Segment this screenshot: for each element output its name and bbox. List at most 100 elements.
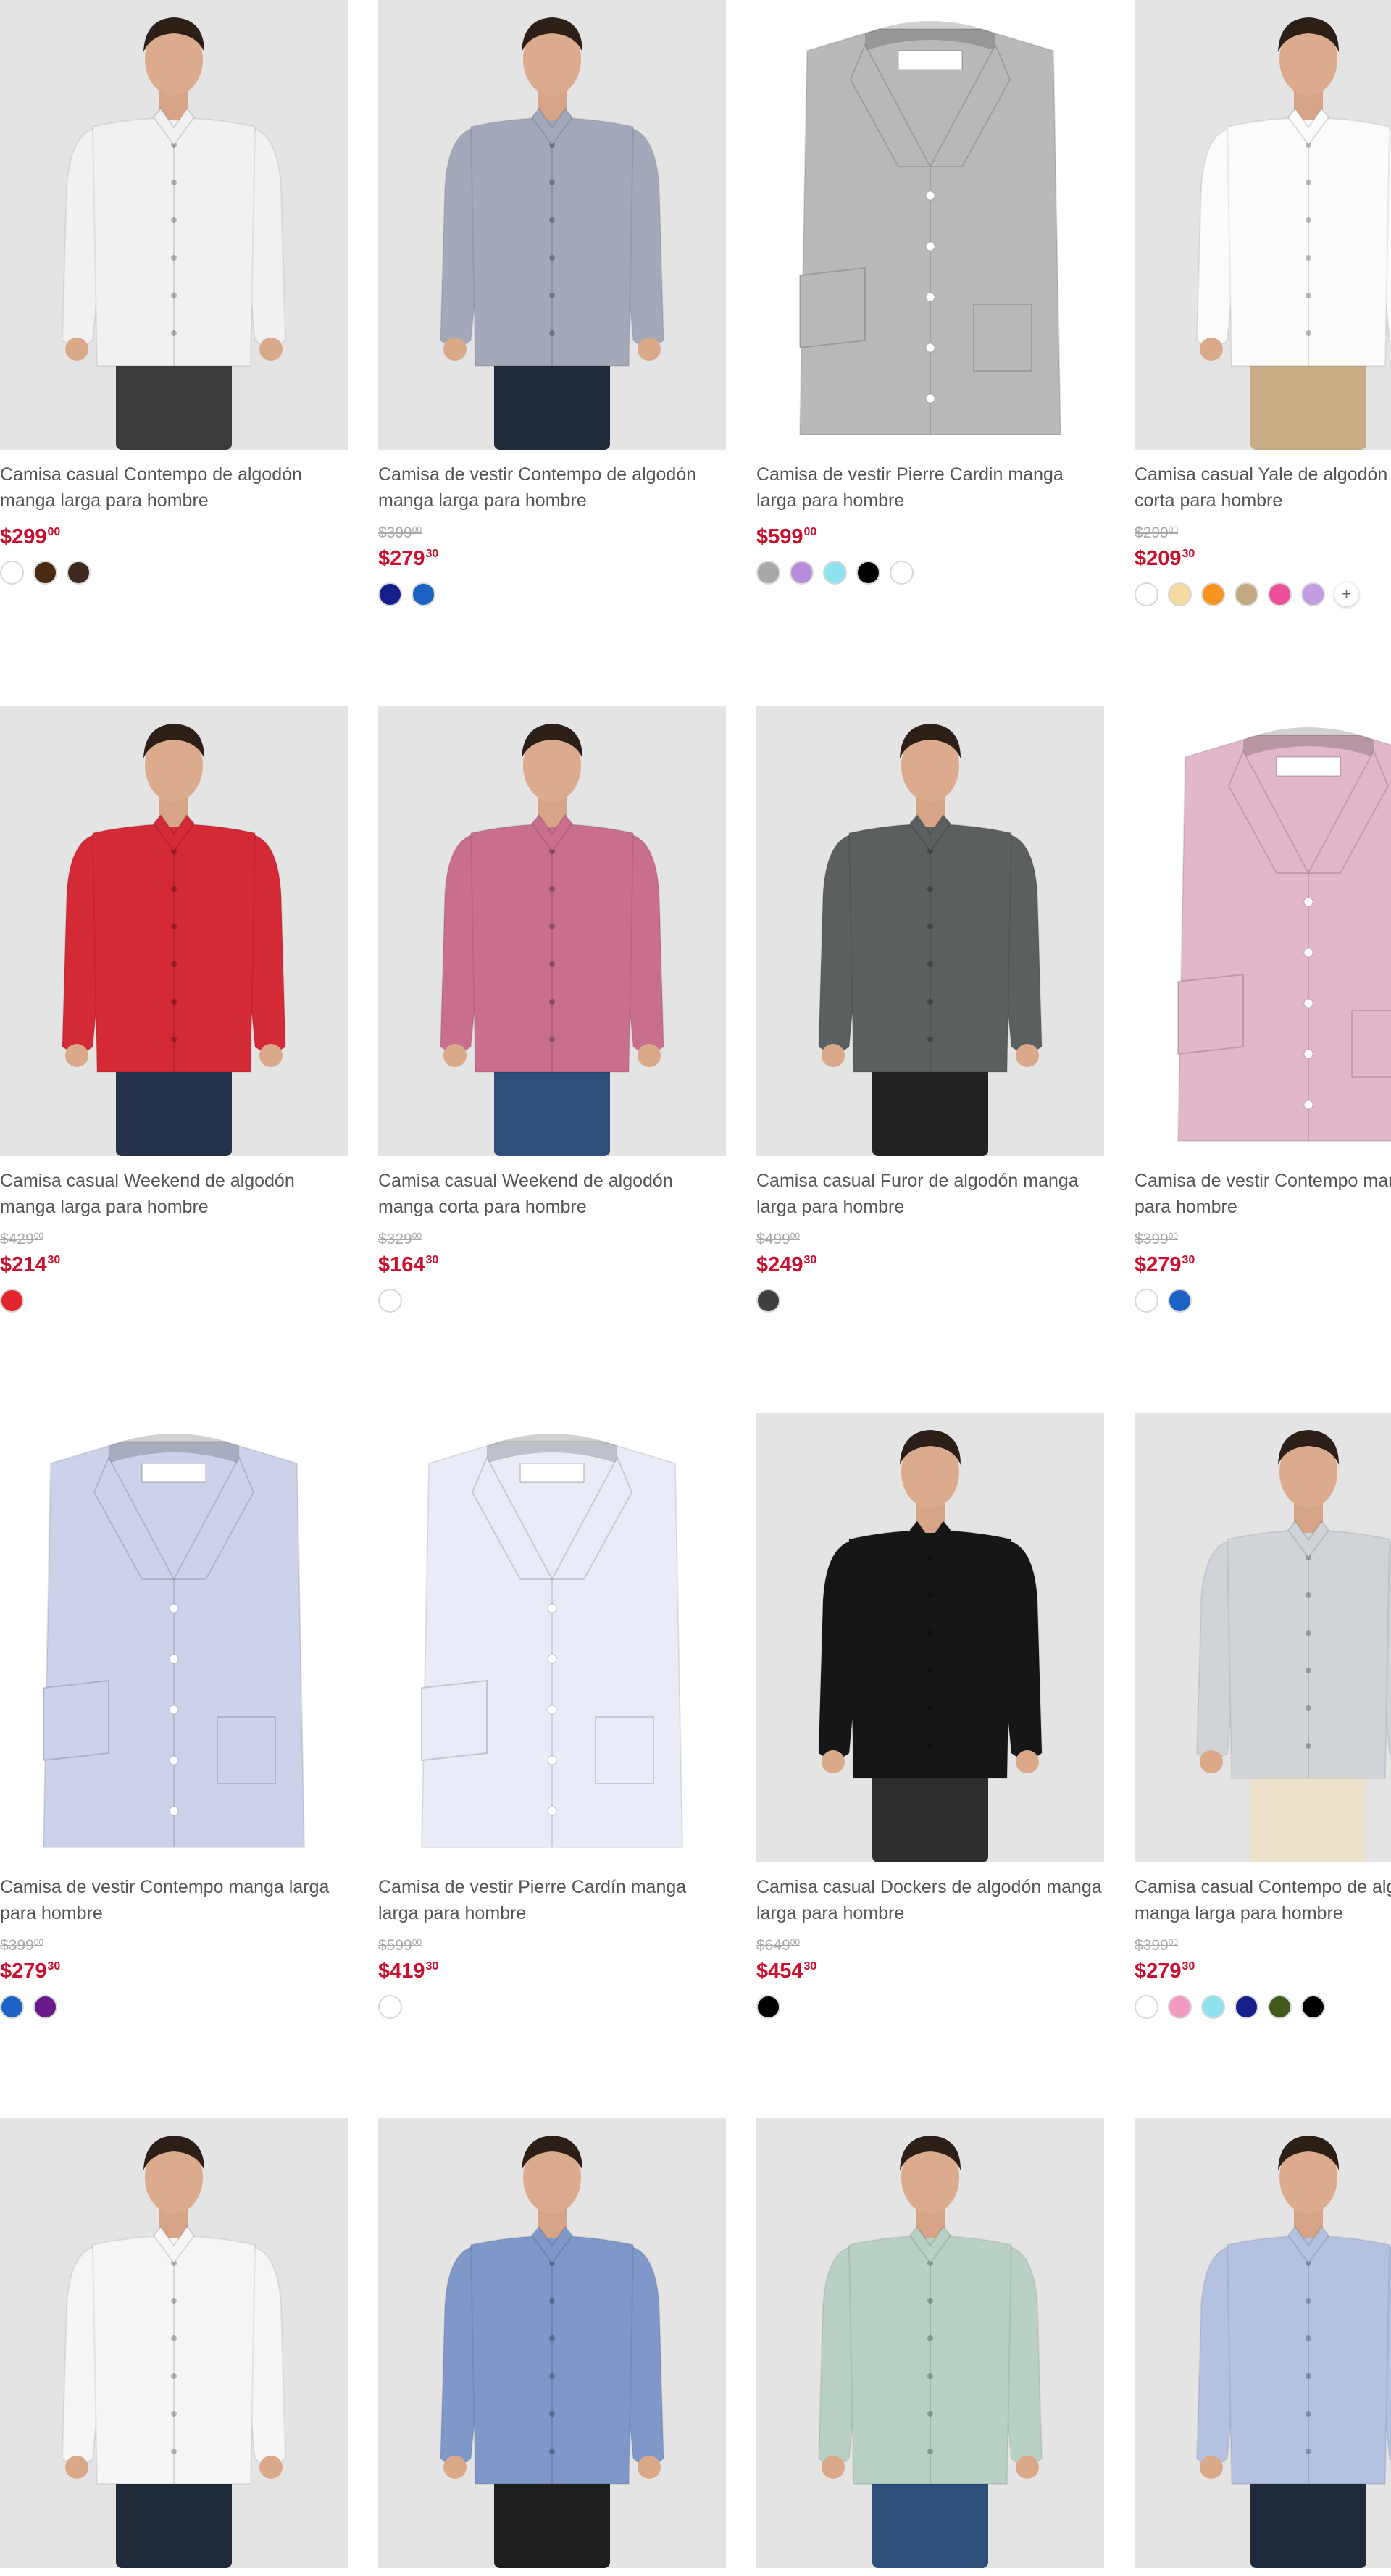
color-swatch[interactable] <box>856 560 880 585</box>
color-swatch[interactable] <box>1168 582 1192 606</box>
color-swatch[interactable] <box>0 1994 24 2019</box>
product-title[interactable]: Camisa de vestir Contempo manga larga pa… <box>0 1874 348 1926</box>
product-card[interactable]: Camisa casual Yale de algodón manga cort… <box>1135 0 1391 652</box>
color-swatches <box>1135 1288 1192 1313</box>
original-price: $42900 <box>0 1231 44 1247</box>
sale-price: $24930 <box>756 1253 817 1276</box>
color-swatch[interactable] <box>1135 582 1158 606</box>
folded-shirt-image <box>0 1413 348 1862</box>
product-card[interactable]: Camisa casual Weekend de algodón manga l… <box>0 706 348 1358</box>
product-image[interactable] <box>1135 0 1391 450</box>
product-card[interactable]: Camisa de vestir Contempo manga larga pa… <box>0 1413 348 2065</box>
product-card[interactable] <box>0 2118 348 2576</box>
color-swatch[interactable] <box>1168 1288 1192 1313</box>
color-swatch[interactable] <box>890 560 914 585</box>
product-title[interactable]: Camisa casual Contempo de algodón manga … <box>0 461 348 514</box>
product-title[interactable]: Camisa casual Contempo de algodón manga … <box>1135 1874 1391 1926</box>
product-image[interactable] <box>1135 706 1391 1156</box>
product-image[interactable] <box>756 2118 1104 2568</box>
original-price: $29900 <box>1135 524 1179 541</box>
color-swatch[interactable] <box>1135 1288 1158 1313</box>
product-image[interactable] <box>756 0 1104 450</box>
product-image[interactable] <box>378 2118 726 2568</box>
sale-price: $59900 <box>756 525 817 548</box>
color-swatch[interactable] <box>1268 1994 1292 2019</box>
color-swatches <box>1135 1994 1325 2019</box>
product-image[interactable] <box>0 0 348 450</box>
color-swatches <box>756 1288 780 1313</box>
product-image[interactable] <box>0 2118 348 2568</box>
folded-shirt-image <box>1135 706 1391 1156</box>
product-card[interactable]: Camisa casual Dockers de algodón manga l… <box>756 1413 1104 2065</box>
product-card[interactable]: Camisa de vestir Contempo manga larga pa… <box>1135 706 1391 1358</box>
product-image[interactable] <box>756 706 1104 1156</box>
color-swatch[interactable] <box>790 560 814 585</box>
color-swatch[interactable] <box>756 1994 780 2019</box>
product-card[interactable]: Camisa casual Weekend de algodón manga c… <box>378 706 726 1358</box>
product-card[interactable] <box>756 2118 1104 2576</box>
product-title[interactable]: Camisa de vestir Contempo de algodón man… <box>378 461 726 514</box>
color-swatch[interactable] <box>1301 1994 1325 2019</box>
product-title[interactable]: Camisa de vestir Pierre Cardin manga lar… <box>756 461 1104 514</box>
product-card[interactable]: Camisa casual Furor de algodón manga lar… <box>756 706 1104 1358</box>
color-swatch[interactable] <box>0 560 24 585</box>
product-title[interactable]: Camisa de vestir Pierre Cardín manga lar… <box>378 1874 726 1926</box>
product-card[interactable] <box>1135 2118 1391 2576</box>
model-shirt-image <box>756 1413 1104 1862</box>
sale-price: $45430 <box>756 1960 817 1983</box>
product-title[interactable]: Camisa de vestir Contempo manga larga pa… <box>1135 1168 1391 1220</box>
more-colors-button[interactable]: + <box>1334 582 1358 606</box>
color-swatches <box>378 1994 402 2019</box>
product-image[interactable] <box>378 1413 726 1862</box>
color-swatch[interactable] <box>0 1288 24 1313</box>
product-title[interactable]: Camisa casual Weekend de algodón manga c… <box>378 1168 726 1220</box>
color-swatch[interactable] <box>378 1288 402 1313</box>
product-card[interactable] <box>378 2118 726 2576</box>
color-swatch[interactable] <box>823 560 847 585</box>
color-swatches <box>0 1994 57 2019</box>
sale-price: $20930 <box>1135 547 1195 570</box>
product-title[interactable]: Camisa casual Yale de algodón manga cort… <box>1135 461 1391 514</box>
color-swatch[interactable] <box>1235 582 1258 606</box>
color-swatch[interactable] <box>756 1288 780 1313</box>
product-card[interactable]: Camisa casual Contempo de algodón manga … <box>1135 1413 1391 2065</box>
color-swatch[interactable] <box>1301 582 1325 606</box>
product-image[interactable] <box>1135 2118 1391 2568</box>
product-image[interactable] <box>378 0 726 450</box>
color-swatch[interactable] <box>756 560 780 585</box>
color-swatch[interactable] <box>1201 582 1225 606</box>
product-image[interactable] <box>378 706 726 1156</box>
sale-price: $41930 <box>378 1960 439 1983</box>
color-swatch[interactable] <box>1168 1994 1192 2019</box>
product-image[interactable] <box>1135 1413 1391 1862</box>
color-swatch[interactable] <box>33 1994 57 2019</box>
folded-shirt-image <box>756 0 1104 450</box>
color-swatches: + <box>1135 582 1358 606</box>
color-swatches <box>378 1288 402 1313</box>
product-image[interactable] <box>0 1413 348 1862</box>
product-card[interactable]: Camisa de vestir Contempo de algodón man… <box>378 0 726 652</box>
model-shirt-image <box>756 2118 1104 2568</box>
color-swatch[interactable] <box>33 560 57 585</box>
product-image[interactable] <box>756 1413 1104 1862</box>
color-swatch[interactable] <box>378 1994 402 2019</box>
color-swatch[interactable] <box>1235 1994 1258 2019</box>
color-swatch[interactable] <box>1268 582 1292 606</box>
original-price: $39900 <box>378 524 422 541</box>
color-swatch[interactable] <box>67 560 91 585</box>
sale-price: $29900 <box>0 525 61 548</box>
color-swatch[interactable] <box>1201 1994 1225 2019</box>
product-card[interactable]: Camisa de vestir Pierre Cardín manga lar… <box>378 1413 726 2065</box>
product-title[interactable]: Camisa casual Dockers de algodón manga l… <box>756 1874 1104 1926</box>
color-swatches <box>378 582 435 606</box>
color-swatch[interactable] <box>412 582 435 606</box>
product-title[interactable]: Camisa casual Furor de algodón manga lar… <box>756 1168 1104 1220</box>
product-title[interactable]: Camisa casual Weekend de algodón manga l… <box>0 1168 348 1220</box>
product-card[interactable]: Camisa casual Contempo de algodón manga … <box>0 0 348 652</box>
original-price: $39900 <box>0 1937 44 1954</box>
color-swatch[interactable] <box>1135 1994 1158 2019</box>
color-swatch[interactable] <box>378 582 402 606</box>
product-image[interactable] <box>0 706 348 1156</box>
original-price: $39900 <box>1135 1937 1179 1954</box>
product-card[interactable]: Camisa de vestir Pierre Cardin manga lar… <box>756 0 1104 652</box>
